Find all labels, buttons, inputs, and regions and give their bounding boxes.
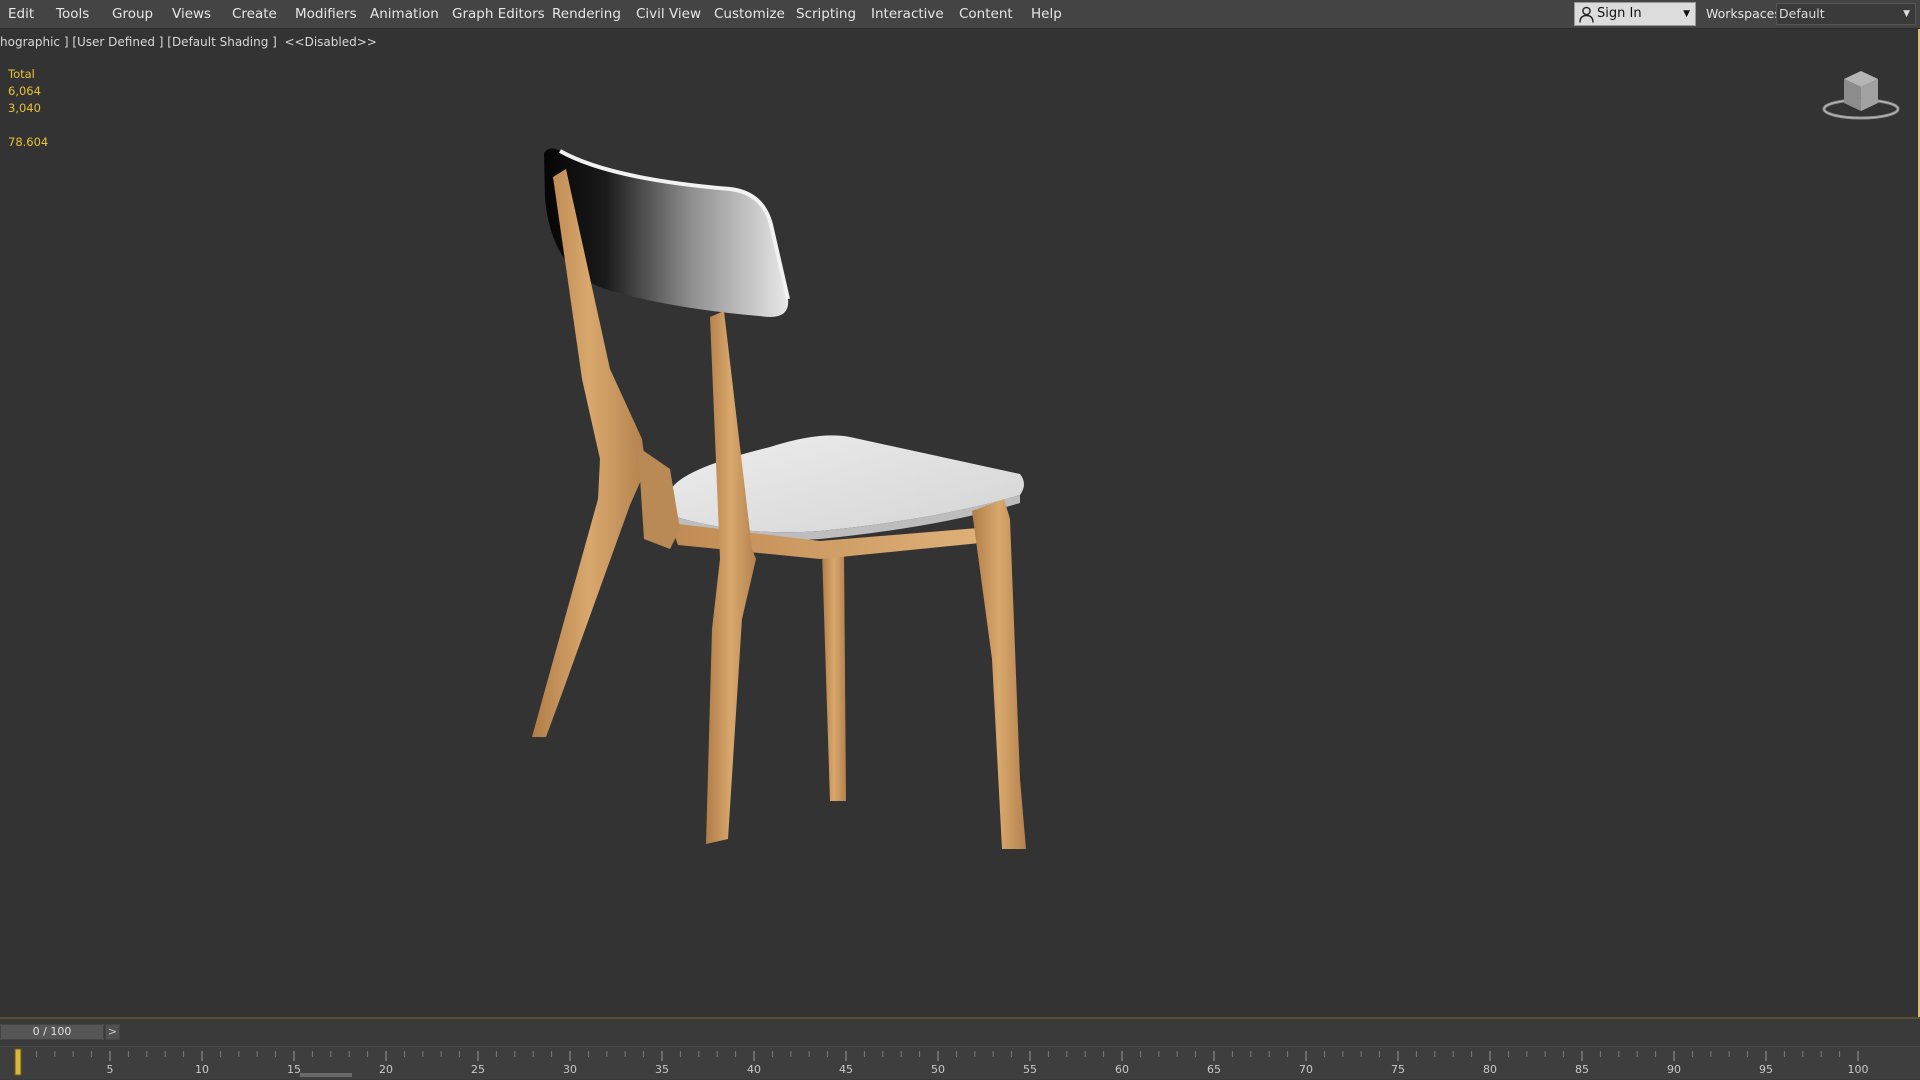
menu-civil-view[interactable]: Civil View — [636, 0, 701, 28]
ruler-label: 15 — [287, 1063, 301, 1076]
workspace-value: Default — [1779, 6, 1825, 21]
chair-model[interactable] — [520, 139, 1060, 909]
menu-group[interactable]: Group — [112, 0, 153, 28]
ruler-label: 90 — [1667, 1063, 1681, 1076]
stats-verts-value: 3,040 — [8, 101, 41, 115]
ruler-label: 50 — [931, 1063, 945, 1076]
timeline-scroll-thumb[interactable] — [300, 1073, 352, 1077]
stats-fps-value: 78.604 — [8, 135, 49, 149]
ruler-label: 25 — [471, 1063, 485, 1076]
timeline-bar: 0 / 100 > 051015202530354045505560657075… — [0, 1017, 1920, 1080]
ruler-label: 40 — [747, 1063, 761, 1076]
current-frame-marker[interactable] — [14, 1048, 22, 1076]
ruler-label: 95 — [1759, 1063, 1773, 1076]
ruler-label: 80 — [1483, 1063, 1497, 1076]
chevron-down-icon: ▼ — [1903, 9, 1910, 19]
perspective-viewport[interactable]: hographic ] [User Defined ] [Default Sha… — [0, 29, 1920, 1017]
menu-tools[interactable]: Tools — [56, 0, 89, 28]
workspaces-label: Workspaces: — [1706, 6, 1786, 21]
menu-edit[interactable]: Edit — [8, 0, 34, 28]
menu-graph-editors[interactable]: Graph Editors — [452, 0, 545, 28]
sign-in-label: Sign In — [1597, 6, 1642, 21]
menu-customize[interactable]: Customize — [714, 0, 785, 28]
ruler-label: 75 — [1391, 1063, 1405, 1076]
menu-scripting[interactable]: Scripting — [796, 0, 856, 28]
ruler-label: 100 — [1848, 1063, 1869, 1076]
ruler-label: 60 — [1115, 1063, 1129, 1076]
stats-polys-value: 6,064 — [8, 84, 41, 98]
menu-modifiers[interactable]: Modifiers — [295, 0, 357, 28]
ruler-label: 35 — [655, 1063, 669, 1076]
time-slider[interactable]: 0 / 100 — [0, 1024, 104, 1040]
user-icon — [1579, 6, 1594, 23]
ruler-label: 45 — [839, 1063, 853, 1076]
app-window: Edit Tools Group Views Create Modifiers Animat… — [0, 0, 1920, 1080]
ruler-label: 30 — [563, 1063, 577, 1076]
ruler-label: 55 — [1023, 1063, 1037, 1076]
menu-help[interactable]: Help — [1031, 0, 1062, 28]
menu-animation[interactable]: Animation — [370, 0, 439, 28]
track-bar-ruler[interactable]: 0510152025303540455055606570758085909510… — [0, 1046, 1920, 1079]
ruler-label: 10 — [195, 1063, 209, 1076]
viewcube-icon[interactable]: · — [1822, 65, 1900, 121]
sign-in-dropdown[interactable]: Sign In ▼ — [1574, 2, 1696, 26]
svg-text:·: · — [1860, 96, 1862, 103]
time-slider-value: 0 / 100 — [32, 1025, 72, 1038]
chevron-down-icon: ▼ — [1683, 9, 1690, 19]
ruler-label: 65 — [1207, 1063, 1221, 1076]
menu-content[interactable]: Content — [959, 0, 1013, 28]
workspaces-dropdown[interactable]: Default ▼ — [1776, 3, 1916, 25]
viewport-label[interactable]: hographic ] [User Defined ] [Default Sha… — [0, 35, 377, 49]
ruler-label: 20 — [379, 1063, 393, 1076]
ruler-ticks: 0510152025303540455055606570758085909510… — [14, 1048, 1869, 1076]
ruler-label: 70 — [1299, 1063, 1313, 1076]
stats-total-label: Total — [8, 67, 35, 81]
next-frame-button[interactable]: > — [105, 1024, 120, 1040]
menu-bar: Edit Tools Group Views Create Modifiers Animat… — [0, 0, 1920, 29]
ruler-label: 85 — [1575, 1063, 1589, 1076]
menu-views[interactable]: Views — [172, 0, 211, 28]
menu-create[interactable]: Create — [232, 0, 277, 28]
menu-interactive[interactable]: Interactive — [871, 0, 944, 28]
ruler-label: 5 — [107, 1063, 114, 1076]
menu-rendering[interactable]: Rendering — [552, 0, 621, 28]
